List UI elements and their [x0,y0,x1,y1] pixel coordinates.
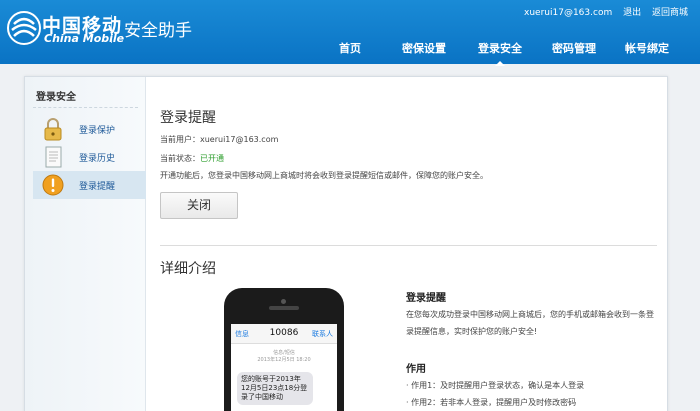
nav-home[interactable]: 首页 [331,40,369,62]
nav-login-security[interactable]: 登录安全 [475,40,525,66]
sms-bubble: 您的账号于2013年12月5日23点18分登录了中国移动 [237,372,313,405]
phone-meta-line2: 2013年12月5日 18:20 [257,357,311,363]
phone-contact-label: 联系人 [312,330,333,338]
nav-security-settings[interactable]: 密保设置 [399,40,449,62]
page-title: 登录提醒 [160,110,216,126]
top-links: xuerui17@163.com 退出 返回商城 [524,5,688,18]
top-header: 中国移动 China Mobile 安全助手 xuerui17@163.com … [0,0,700,66]
sidebar: 登录安全 登录保护 登录历史 登录提醒 [25,77,146,411]
sidebar-item-label: 登录提醒 [79,182,116,192]
lock-icon [44,118,62,141]
back-to-mall-link[interactable]: 返回商城 [652,8,688,18]
user-email: xuerui17@163.com [524,8,613,18]
status-badge: 已开通 [200,154,224,163]
detail-paragraph: 在您每次成功登录中国移动网上商城后，您的手机或邮箱会收到一条登录提醒信息，实时保… [406,310,654,336]
close-button[interactable]: 关闭 [160,192,238,219]
phone-speaker [269,306,299,310]
status-line: 当前状态：已开通 [160,153,224,164]
app-title: 安全助手 [124,21,192,41]
section-divider [160,245,657,246]
phone-illustration: 信息 10086 联系人 信息/短信 2013年12月5日 18:20 您的账号… [224,288,344,411]
phone-camera [281,299,286,304]
list-item: · 作用1：及时提醒用户登录状态，确认是本人登录 [406,381,585,390]
brand-name-en: China Mobile [44,32,125,45]
current-user-line: 当前用户：xuerui17@163.com [160,134,278,145]
phone-meta-line1: 信息/短信 [273,350,295,356]
phone-nav-bar: 信息 10086 联系人 [231,324,337,344]
alert-icon [42,174,64,196]
brand-divider [111,15,112,43]
detail-heading-alert: 登录提醒 [406,293,446,304]
china-mobile-logo-icon [7,11,41,45]
current-user-label: 当前用户： [160,135,200,144]
sidebar-item-login-protection[interactable]: 登录保护 [33,115,146,143]
logout-link[interactable]: 退出 [623,8,641,18]
feature-description: 开通功能后，您登录中国移动网上商城时将会收到登录提醒短信或邮件，保障您的账户安全… [160,171,488,180]
detail-heading-purpose: 作用 [406,364,426,375]
detail-title: 详细介绍 [160,261,216,277]
main-panel: 登录安全 登录保护 登录历史 登录提醒 登录提醒 当前用户：xuerui17@1… [24,76,668,411]
document-icon [45,146,62,168]
sidebar-item-login-history[interactable]: 登录历史 [33,143,146,171]
sidebar-divider [33,107,138,108]
list-item: · 作用2：若非本人登录，提醒用户及时修改密码 [406,398,577,407]
sidebar-item-login-alert[interactable]: 登录提醒 [33,171,146,199]
sidebar-item-label: 登录历史 [79,154,116,164]
status-label: 当前状态： [160,154,200,163]
nav-password-management[interactable]: 密码管理 [549,40,599,62]
nav-account-binding[interactable]: 帐号绑定 [622,40,672,62]
sidebar-title: 登录安全 [36,92,76,103]
sidebar-item-label: 登录保护 [79,126,116,136]
current-user-value: xuerui17@163.com [200,135,279,144]
phone-screen: 信息 10086 联系人 信息/短信 2013年12月5日 18:20 您的账号… [231,324,337,411]
